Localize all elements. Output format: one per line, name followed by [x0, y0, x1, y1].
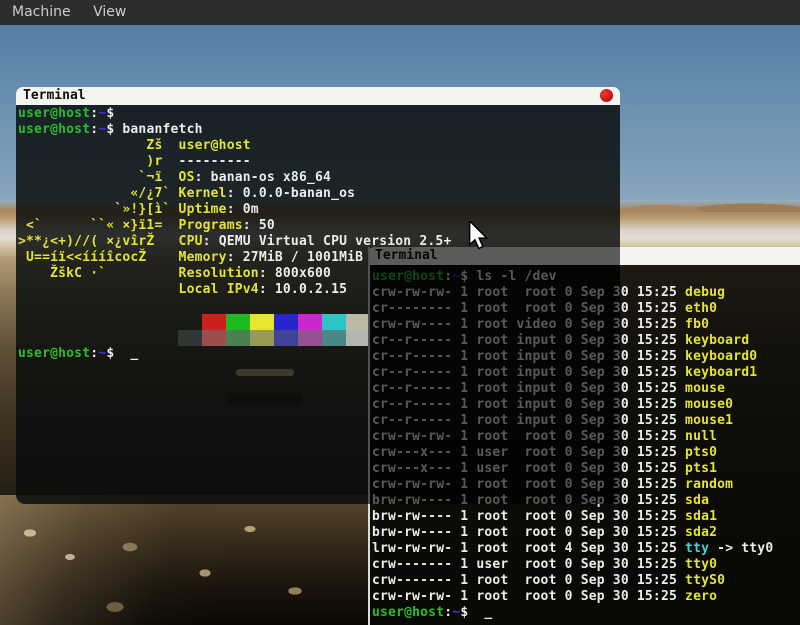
fetch-line: )r --------- [18, 154, 251, 170]
fetch-line: U==íï<<íííîcocŽ Memory: 27MiB / 1001MiB [18, 250, 363, 266]
file-row: lrw-rw-rw- 1 root root 4 Sep 30 15:25 tt… [372, 541, 773, 557]
menu-view[interactable]: View [84, 0, 135, 25]
mouse-cursor-icon [468, 221, 489, 252]
palette-swatch [226, 314, 250, 330]
jeep-roof [236, 369, 294, 376]
palette-swatch [298, 314, 322, 330]
palette-swatch [250, 330, 274, 346]
palette-swatch [322, 314, 346, 330]
fetch-line: `¬ï OS: banan-os x86_64 [18, 170, 331, 186]
jeep-cab [232, 376, 298, 393]
terminal1-titlebar[interactable]: Terminal [16, 87, 620, 105]
palette-swatch [202, 314, 226, 330]
wallpaper-rocks [0, 495, 375, 625]
terminal2-window[interactable]: Terminal user@host:~$ ls -l /devcrw-rw-r… [368, 247, 800, 625]
prompt-line: user@host:~$ bananfetch [18, 122, 203, 138]
file-row: crw------- 1 root root 0 Sep 30 15:25 tt… [372, 573, 725, 589]
file-row: brw-rw---- 1 root root 0 Sep 30 15:25 sd… [372, 525, 717, 541]
vm-menubar: Machine View [0, 0, 800, 25]
file-row: crw-rw-rw- 1 root root 0 Sep 30 15:25 ze… [372, 589, 717, 605]
palette-swatch [274, 314, 298, 330]
palette-swatch [274, 330, 298, 346]
jeep-body [228, 393, 302, 405]
fetch-line: Zš user@host [18, 138, 251, 154]
color-palette-row [178, 314, 370, 330]
fetch-line: ŽškC ·` Resolution: 800x600 [18, 266, 331, 282]
palette-swatch [178, 314, 202, 330]
fetch-line: <` ``« ×}ï1= Programs: 50 [18, 218, 275, 234]
prompt-line: user@host:~$ [18, 106, 122, 122]
fetch-line: «/¿7` Kernel: 0.0.0-banan_os [18, 186, 355, 202]
prompt-line: user@host:~$ _ [372, 605, 492, 621]
file-row: crw------- 1 user root 0 Sep 30 15:25 tt… [372, 557, 717, 573]
palette-swatch [226, 330, 250, 346]
file-row: brw-rw---- 1 root root 0 Sep 30 15:25 sd… [372, 509, 717, 525]
terminal1-title: Terminal [23, 88, 86, 103]
palette-swatch [346, 314, 370, 330]
palette-swatch [202, 330, 226, 346]
fetch-line: `»!}[ì` Uptime: 0m [18, 202, 259, 218]
palette-swatch [250, 314, 274, 330]
fetch-line: Local IPv4: 10.0.2.15 [18, 282, 347, 298]
palette-swatch [298, 330, 322, 346]
wallpaper-jeep-through-glass [228, 363, 302, 411]
palette-swatch [178, 330, 202, 346]
menu-machine[interactable]: Machine [3, 0, 80, 25]
wallpaper-dune-ridge [600, 196, 800, 212]
prompt-line: user@host:~$ _ [18, 346, 138, 362]
terminal1-shadow-overlay [368, 247, 620, 504]
color-palette-row [178, 330, 370, 346]
close-button-icon[interactable] [600, 89, 613, 102]
palette-swatch [322, 330, 346, 346]
palette-swatch [346, 330, 370, 346]
